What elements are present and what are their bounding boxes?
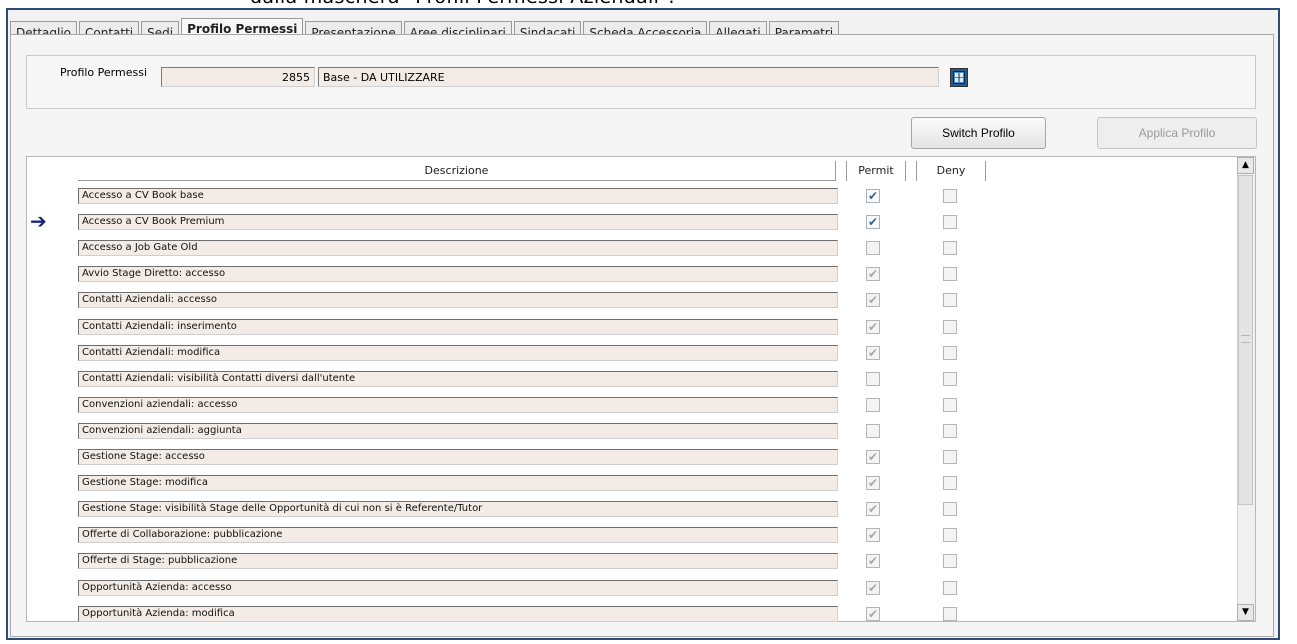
permit-checkbox[interactable]: ✔ [866, 554, 880, 568]
permission-description: Offerte di Collaborazione: pubblicazione [78, 527, 838, 543]
scroll-down-button[interactable]: ▼ [1237, 604, 1254, 621]
permit-checkbox[interactable]: ✔ [866, 581, 880, 595]
permission-description: Contatti Aziendali: visibilità Contatti … [78, 371, 838, 387]
column-header-deny[interactable]: Deny [916, 161, 986, 181]
permission-description: Contatti Aziendali: accesso [78, 292, 838, 308]
permit-checkbox[interactable]: ✔ [866, 293, 880, 307]
permit-checkbox[interactable] [866, 372, 880, 386]
deny-checkbox[interactable] [943, 320, 957, 334]
caption-text: dalla maschera "Profili Permessi Azienda… [250, 0, 675, 8]
profile-code-field[interactable]: 2855 [161, 67, 315, 87]
permission-description: Opportunità Azienda: modifica [78, 606, 838, 622]
deny-checkbox[interactable] [943, 607, 957, 621]
permission-description: Offerte di Stage: pubblicazione [78, 553, 838, 569]
permission-description: Gestione Stage: accesso [78, 449, 838, 465]
column-header-permit[interactable]: Permit [846, 161, 906, 181]
lookup-icon [953, 71, 965, 84]
scroll-up-button[interactable]: ▲ [1237, 157, 1254, 174]
permit-checkbox[interactable]: ✔ [866, 502, 880, 516]
deny-checkbox[interactable] [943, 424, 957, 438]
permit-checkbox[interactable]: ✔ [866, 267, 880, 281]
deny-checkbox[interactable] [943, 554, 957, 568]
lookup-button[interactable] [950, 68, 968, 87]
permit-checkbox[interactable]: ✔ [866, 320, 880, 334]
deny-checkbox[interactable] [943, 215, 957, 229]
deny-checkbox[interactable] [943, 346, 957, 360]
permission-description: Contatti Aziendali: modifica [78, 345, 838, 361]
deny-checkbox[interactable] [943, 528, 957, 542]
column-header-description[interactable]: Descrizione [78, 161, 836, 181]
permission-description: Opportunità Azienda: accesso [78, 580, 838, 596]
apply-profile-button[interactable]: Applica Profilo [1097, 117, 1257, 149]
permission-description: Accesso a CV Book Premium [78, 214, 838, 230]
permit-checkbox[interactable]: ✔ [866, 189, 880, 203]
deny-checkbox[interactable] [943, 293, 957, 307]
permit-checkbox[interactable]: ✔ [866, 346, 880, 360]
permission-description: Gestione Stage: visibilità Stage delle O… [78, 501, 838, 517]
deny-checkbox[interactable] [943, 372, 957, 386]
permission-description: Gestione Stage: modifica [78, 475, 838, 491]
permit-checkbox[interactable] [866, 398, 880, 412]
profile-description-field[interactable]: Base - DA UTILIZZARE [318, 67, 939, 87]
permit-checkbox[interactable] [866, 241, 880, 255]
permit-checkbox[interactable]: ✔ [866, 528, 880, 542]
switch-profile-button[interactable]: Switch Profilo [911, 117, 1046, 149]
permit-checkbox[interactable]: ✔ [866, 215, 880, 229]
deny-checkbox[interactable] [943, 241, 957, 255]
permit-checkbox[interactable]: ✔ [866, 607, 880, 621]
permission-description: Contatti Aziendali: inserimento [78, 319, 838, 335]
deny-checkbox[interactable] [943, 502, 957, 516]
permit-checkbox[interactable]: ✔ [866, 476, 880, 490]
scrollbar-grip-icon [1241, 335, 1250, 343]
deny-checkbox[interactable] [943, 189, 957, 203]
current-row-arrow-icon: ➔ [30, 209, 47, 233]
deny-checkbox[interactable] [943, 581, 957, 595]
permission-description: Convenzioni aziendali: aggiunta [78, 423, 838, 439]
deny-checkbox[interactable] [943, 267, 957, 281]
deny-checkbox[interactable] [943, 450, 957, 464]
permit-checkbox[interactable] [866, 424, 880, 438]
permission-description: Accesso a CV Book base [78, 188, 838, 204]
permission-description: Accesso a Job Gate Old [78, 240, 838, 256]
deny-checkbox[interactable] [943, 398, 957, 412]
profile-label: Profilo Permessi [60, 66, 148, 79]
permission-description: Convenzioni aziendali: accesso [78, 397, 838, 413]
permit-checkbox[interactable]: ✔ [866, 450, 880, 464]
deny-checkbox[interactable] [943, 476, 957, 490]
permission-description: Avvio Stage Diretto: accesso [78, 266, 838, 282]
